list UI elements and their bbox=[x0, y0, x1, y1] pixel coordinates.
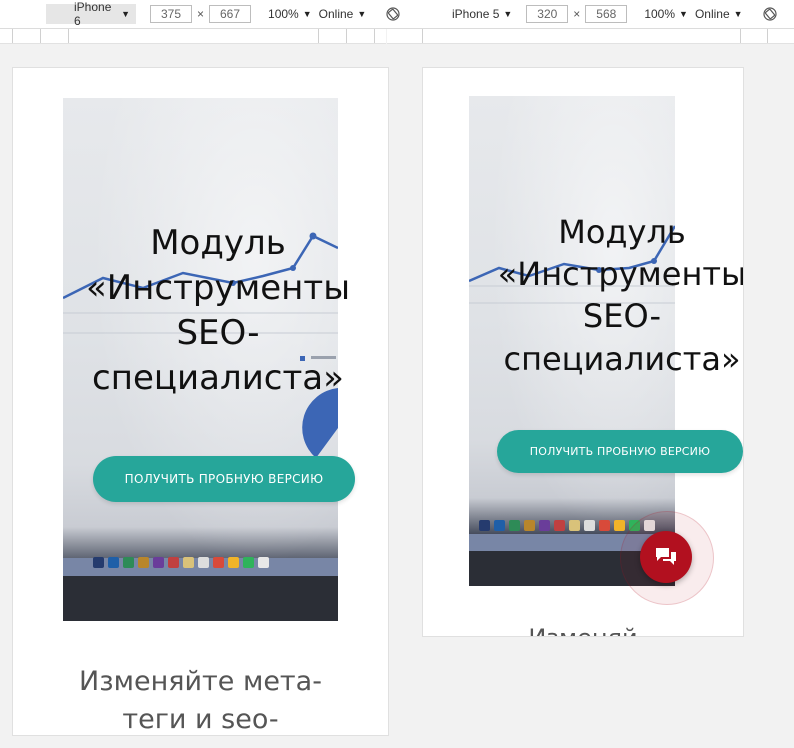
iphone6-viewport: Модуль «Инструменты SEO-специалиста» ПОЛ… bbox=[12, 67, 389, 736]
right-device-name: iPhone 5 bbox=[452, 7, 500, 21]
feature-text-partial: Изменяй bbox=[503, 624, 663, 636]
right-media-query-ruler bbox=[387, 29, 794, 44]
left-network-select[interactable]: Online ▼ bbox=[319, 7, 367, 21]
get-trial-button[interactable]: ПОЛУЧИТЬ ПРОБНУЮ ВЕРСИЮ bbox=[497, 430, 743, 473]
dimension-separator: × bbox=[197, 7, 205, 21]
dropdown-arrow-icon: ▼ bbox=[503, 9, 513, 19]
left-network-value: Online bbox=[318, 7, 354, 21]
right-zoom-value: 100% bbox=[644, 7, 676, 21]
left-width-input[interactable]: 375 bbox=[150, 5, 192, 23]
rotate-device-icon[interactable] bbox=[386, 7, 400, 21]
chat-bubbles-icon bbox=[656, 548, 676, 565]
left-device-controls: iPhone 6 ▼ 375 × 667 100% ▼ Online ▼ bbox=[46, 0, 400, 28]
right-zoom-select[interactable]: 100% ▼ bbox=[644, 7, 688, 21]
hero-title: Модуль «Инструменты SEO-специалиста» bbox=[85, 223, 351, 398]
right-device-select[interactable]: iPhone 5 ▼ bbox=[452, 7, 512, 21]
left-zoom-value: 100% bbox=[268, 7, 299, 21]
dimension-separator: × bbox=[573, 7, 581, 21]
dropdown-arrow-icon: ▼ bbox=[679, 9, 688, 19]
dropdown-arrow-icon: ▼ bbox=[302, 9, 312, 19]
get-trial-button[interactable]: ПОЛУЧИТЬ ПРОБНУЮ ВЕРСИЮ bbox=[93, 456, 355, 502]
left-zoom-select[interactable]: 100% ▼ bbox=[268, 7, 312, 21]
left-device-select[interactable]: iPhone 6 ▼ bbox=[46, 0, 136, 28]
hero-title: Модуль «Инструменты SEO-специалиста» bbox=[497, 213, 744, 378]
dropdown-arrow-icon: ▼ bbox=[121, 9, 130, 19]
right-network-value: Online bbox=[694, 7, 730, 21]
left-height-input[interactable]: 667 bbox=[209, 5, 252, 23]
dropdown-arrow-icon: ▼ bbox=[733, 9, 743, 19]
dock-icons bbox=[93, 557, 269, 568]
chat-button[interactable] bbox=[640, 531, 692, 583]
right-network-select[interactable]: Online ▼ bbox=[695, 7, 743, 21]
left-device-name: iPhone 6 bbox=[74, 0, 112, 28]
rotate-device-icon[interactable] bbox=[762, 7, 777, 21]
right-width-input[interactable]: 320 bbox=[526, 5, 569, 23]
right-height-input[interactable]: 568 bbox=[585, 5, 628, 23]
left-media-query-ruler bbox=[0, 29, 386, 44]
iphone5-viewport: Модуль «Инструменты SEO-специалиста» ПОЛ… bbox=[422, 67, 744, 637]
dropdown-arrow-icon: ▼ bbox=[357, 9, 367, 19]
feature-text: Изменяйте мета-теги и seo- bbox=[79, 666, 322, 735]
device-toolbar: iPhone 6 ▼ 375 × 667 100% ▼ Online ▼ iPh… bbox=[0, 0, 794, 29]
right-device-controls: iPhone 5 ▼ 320 × 568 100% ▼ Online ▼ bbox=[452, 4, 777, 24]
